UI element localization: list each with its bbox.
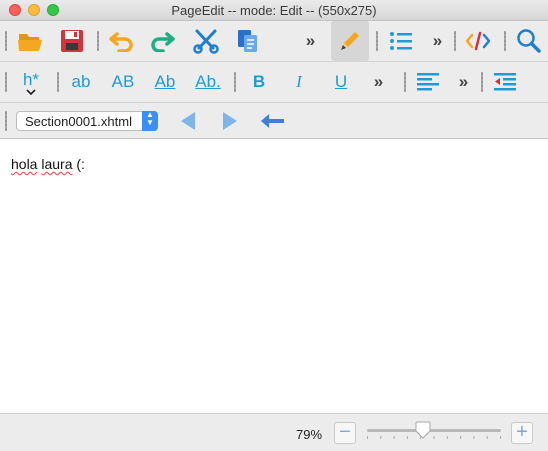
cut-icon — [193, 29, 219, 54]
document-text[interactable]: hola laura (: — [11, 156, 85, 172]
titlecase-button[interactable]: Ab — [149, 66, 181, 98]
save-icon — [61, 30, 83, 52]
file-select-value: Section0001.xhtml — [25, 114, 132, 129]
paste-icon — [238, 30, 257, 52]
underline-label: U — [334, 72, 348, 91]
save-button[interactable] — [56, 25, 88, 57]
more-chevron-icon: » — [305, 31, 316, 50]
zoom-slider[interactable] — [367, 429, 501, 432]
align-left-button[interactable] — [413, 66, 443, 98]
window-title: PageEdit -- mode: Edit -- (550x275) — [171, 3, 377, 18]
edit-mode-button[interactable] — [331, 21, 369, 61]
toolbar-separator — [234, 72, 236, 92]
uppercase-button[interactable]: AB — [106, 66, 140, 98]
pencil-icon — [341, 32, 359, 50]
toolbar-separator — [376, 31, 378, 51]
status-bar: 79% − + — [0, 413, 548, 451]
decrease-indent-icon — [494, 73, 516, 91]
toolbar-grip[interactable] — [5, 31, 7, 51]
italic-button[interactable]: I — [284, 66, 314, 98]
lowercase-label: ab — [71, 72, 91, 91]
code-view-icon — [465, 31, 491, 51]
title-bar: PageEdit -- mode: Edit -- (550x275) — [0, 0, 548, 21]
zoom-slider-handle[interactable] — [415, 421, 431, 439]
zoom-out-button[interactable]: − — [334, 422, 356, 444]
redo-button[interactable] — [146, 25, 178, 57]
more-chevron-icon: » — [458, 72, 469, 91]
triangle-right-icon — [223, 112, 237, 130]
document-editor[interactable]: hola laura (: — [0, 139, 548, 413]
sentencecase-button[interactable]: Ab. — [190, 66, 226, 98]
navigation-toolbar: Section0001.xhtml ▲ ▼ — [0, 103, 548, 139]
heading-dropdown[interactable]: h* — [14, 66, 48, 100]
cut-button[interactable] — [190, 25, 222, 57]
zoom-percent: 79% — [296, 427, 323, 442]
more-chevron-icon: » — [373, 72, 384, 91]
toolbar-separator — [504, 31, 506, 51]
more-tools-button[interactable]: » — [298, 31, 320, 51]
open-button[interactable] — [14, 25, 46, 57]
underline-button[interactable]: U — [326, 66, 356, 98]
emoticon-text: (: — [76, 156, 85, 172]
chevron-down-icon — [26, 89, 36, 95]
sentencecase-label: Ab. — [195, 72, 221, 91]
more-format-button[interactable]: » — [451, 72, 473, 92]
more-format-button[interactable]: » — [366, 72, 388, 92]
toolbar-grip[interactable] — [5, 111, 7, 131]
heading-label: h* — [22, 70, 40, 89]
zoom-slider-ticks — [367, 436, 501, 439]
next-button[interactable] — [218, 108, 242, 134]
list-icon — [390, 32, 412, 50]
previous-button[interactable] — [176, 108, 200, 134]
titlecase-label: Ab — [154, 72, 176, 91]
italic-label: I — [296, 72, 302, 91]
undo-icon — [109, 32, 133, 52]
lowercase-button[interactable]: ab — [66, 66, 96, 98]
more-chevron-icon: » — [432, 31, 443, 50]
triangle-left-icon — [181, 112, 195, 130]
toolbar-separator — [97, 31, 99, 51]
list-button[interactable] — [385, 25, 417, 57]
back-button[interactable] — [257, 109, 287, 133]
format-toolbar: h* ab AB Ab Ab. B I U » » — [0, 62, 548, 103]
uppercase-label: AB — [111, 72, 135, 91]
align-left-icon — [417, 73, 439, 91]
misspelled-word[interactable]: hola — [11, 156, 37, 172]
toolbar-separator — [57, 72, 59, 92]
search-button[interactable] — [512, 25, 544, 57]
undo-button[interactable] — [106, 25, 138, 57]
bold-label: B — [252, 72, 266, 91]
main-toolbar: » » — [0, 21, 548, 62]
toolbar-separator — [404, 72, 406, 92]
toolbar-separator — [481, 72, 483, 92]
toolbar-grip[interactable] — [5, 72, 7, 92]
search-icon — [517, 29, 541, 53]
misspelled-word[interactable]: laura — [41, 156, 72, 172]
decrease-indent-button[interactable] — [490, 66, 520, 98]
open-folder-icon — [18, 34, 42, 51]
arrow-left-icon — [261, 114, 284, 128]
paste-button[interactable] — [232, 25, 264, 57]
toolbar-separator — [454, 31, 456, 51]
zoom-in-button[interactable]: + — [511, 422, 533, 444]
file-select[interactable]: Section0001.xhtml ▲ ▼ — [16, 111, 158, 131]
code-view-button[interactable] — [462, 25, 494, 57]
redo-icon — [151, 32, 175, 52]
more-tools-button[interactable]: » — [425, 31, 447, 51]
bold-button[interactable]: B — [244, 66, 274, 98]
select-stepper-icon: ▲ ▼ — [142, 111, 158, 131]
